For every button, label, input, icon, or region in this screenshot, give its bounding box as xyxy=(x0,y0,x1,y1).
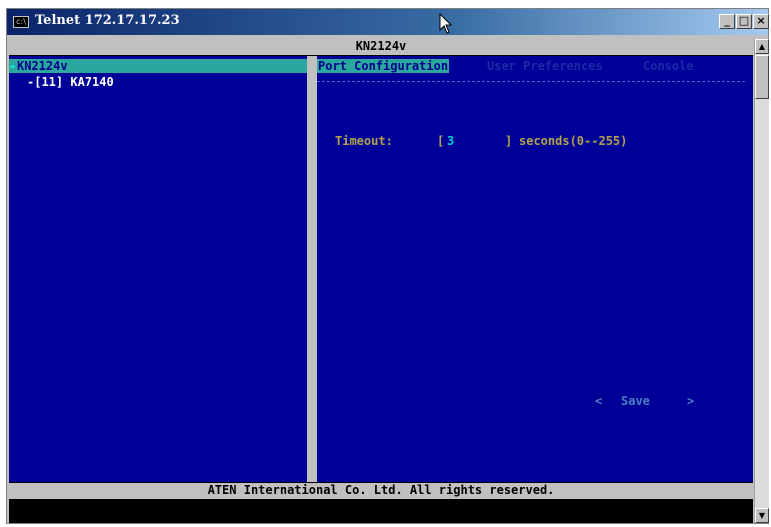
chevron-left-icon: < xyxy=(595,394,603,408)
mouse-cursor-icon xyxy=(439,13,453,34)
device-header: KN2124v xyxy=(9,39,753,55)
pane-divider xyxy=(307,56,317,482)
tree-child-item[interactable]: -[11] KA7140 xyxy=(27,75,114,89)
vertical-scrollbar[interactable]: ▲ ▼ xyxy=(754,39,769,523)
timeout-bracket-open: [ xyxy=(437,134,445,148)
command-line-area[interactable] xyxy=(9,499,753,523)
chevron-right-icon: > xyxy=(687,394,695,408)
title-bar[interactable]: c:\ Telnet 172.17.17.23 _ □ × xyxy=(7,9,769,35)
settings-pane: Port Configuration User Preferences Cons… xyxy=(317,56,753,482)
save-label: Save xyxy=(621,394,650,408)
tree-root-item[interactable]: KN2124v xyxy=(9,59,307,73)
timeout-range-hint: seconds(0--255) xyxy=(519,134,628,148)
tree-root-marker: - xyxy=(9,59,17,73)
scroll-thumb[interactable] xyxy=(755,55,769,99)
timeout-bracket-close: ] xyxy=(505,134,513,148)
telnet-window: c:\ Telnet 172.17.17.23 _ □ × KN2124v KN… xyxy=(6,8,769,524)
window-title: Telnet 172.17.17.23 xyxy=(35,13,180,28)
close-button[interactable]: × xyxy=(753,14,769,29)
tab-port-configuration[interactable]: Port Configuration xyxy=(317,59,450,73)
copyright-footer: ATEN International Co. Ltd. All rights r… xyxy=(9,483,753,499)
device-tree-pane: KN2124v - -[11] KA7140 xyxy=(9,56,307,482)
terminal-screen[interactable]: KN2124v KN2124v - -[11] KA7140 Port Conf… xyxy=(9,39,753,523)
minimize-button[interactable]: _ xyxy=(719,14,735,29)
separator-line xyxy=(317,81,745,82)
tab-console[interactable]: Console xyxy=(643,59,694,73)
tab-user-preferences[interactable]: User Preferences xyxy=(487,59,603,73)
console-icon[interactable]: c:\ xyxy=(13,16,29,28)
timeout-label: Timeout: xyxy=(335,134,393,148)
scroll-down-icon[interactable]: ▼ xyxy=(755,508,769,523)
maximize-button[interactable]: □ xyxy=(736,14,752,29)
scroll-up-icon[interactable]: ▲ xyxy=(755,39,769,54)
timeout-input[interactable]: 3 xyxy=(447,134,454,148)
